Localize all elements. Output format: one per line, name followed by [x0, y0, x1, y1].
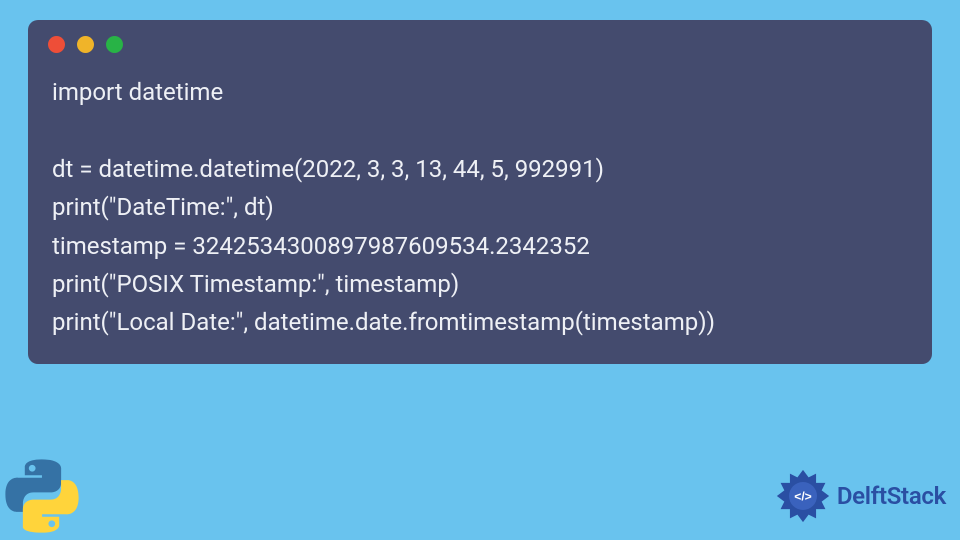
window-titlebar: [28, 20, 932, 59]
delftstack-logo-icon: </>: [775, 468, 831, 524]
code-window: import datetime dt = datetime.datetime(2…: [28, 20, 932, 364]
delftstack-brand: </> DelftStack: [775, 468, 946, 524]
maximize-dot-icon: [106, 36, 123, 53]
minimize-dot-icon: [77, 36, 94, 53]
close-dot-icon: [48, 36, 65, 53]
python-logo-icon: [4, 458, 80, 534]
svg-text:</>: </>: [794, 490, 812, 504]
delftstack-label: DelftStack: [837, 482, 946, 510]
code-block: import datetime dt = datetime.datetime(2…: [28, 59, 932, 342]
